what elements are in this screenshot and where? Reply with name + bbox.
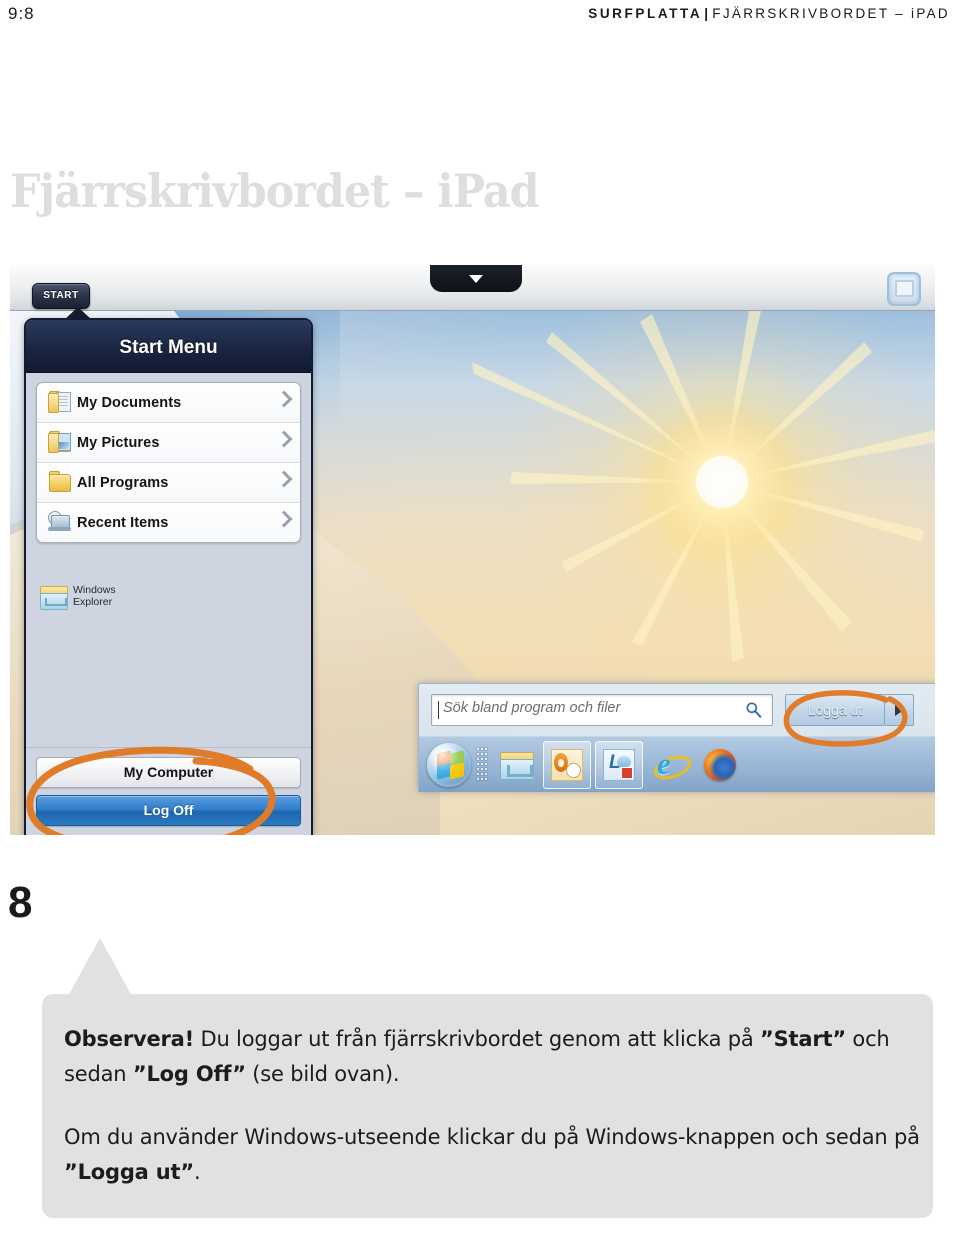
shortcut-label-line1: Windows xyxy=(73,584,116,596)
search-input[interactable]: Sök bland program och filer xyxy=(431,694,773,726)
callout-p1-logoff: ”Log Off” xyxy=(132,1062,246,1086)
menu-item-label: My Documents xyxy=(77,394,182,411)
shortcut-label-line2: Explorer xyxy=(73,595,113,608)
callout-pointer xyxy=(68,938,132,996)
taskbar-internet-explorer[interactable]: e xyxy=(647,742,695,788)
running-head: 9:8 SURFPLATTA | FJÄRRSKRIVBORDET – iPAD xyxy=(0,0,960,30)
magnifier-icon xyxy=(746,702,762,718)
menu-item-recent-items[interactable]: Recent Items xyxy=(37,503,300,542)
breadcrumb-topic: FJÄRRSKRIVBORDET – iPAD xyxy=(712,6,950,21)
firefox-icon xyxy=(704,749,736,781)
callout-p1-start: ”Start” xyxy=(760,1027,846,1051)
step-number: 8 xyxy=(8,878,33,927)
taskbar-grip[interactable] xyxy=(475,744,489,786)
windows-orb-icon[interactable] xyxy=(427,743,471,787)
lync-icon: L xyxy=(603,749,635,781)
log-off-button[interactable]: Log Off xyxy=(36,795,301,826)
menu-item-my-pictures[interactable]: My Pictures xyxy=(37,423,300,463)
breadcrumb-section: SURFPLATTA xyxy=(588,6,703,21)
figure-screenshot: START Start Menu My Documents My Picture… xyxy=(10,265,935,835)
chevron-right-icon xyxy=(275,430,293,448)
menu-item-label: My Pictures xyxy=(77,434,160,451)
logga-ut-button[interactable]: Logga ut xyxy=(785,694,885,726)
callout-box: Observera! Du loggar ut från fjärrskrivb… xyxy=(42,994,933,1218)
menu-item-all-programs[interactable]: All Programs xyxy=(37,463,300,503)
taskbar-firefox[interactable] xyxy=(697,742,743,788)
chevron-right-icon xyxy=(275,390,293,408)
taskbar-outlook[interactable] xyxy=(543,741,591,789)
app-toolbar xyxy=(10,265,935,311)
start-menu-popover: Start Menu My Documents My Pictures All … xyxy=(24,318,313,835)
taskbar-windows-explorer[interactable] xyxy=(493,742,539,788)
callout-p1-e: (se bild ovan). xyxy=(245,1062,400,1086)
folder-picture-icon xyxy=(43,423,77,462)
breadcrumb: SURFPLATTA | FJÄRRSKRIVBORDET – iPAD xyxy=(588,6,950,21)
windows-explorer-icon xyxy=(40,585,68,610)
start-menu-list: My Documents My Pictures All Programs Re… xyxy=(36,382,301,543)
page-title: Fjärrskrivbordet – iPad xyxy=(10,164,540,218)
start-menu-footer: My Computer Log Off xyxy=(26,747,311,835)
start-menu-title: Start Menu xyxy=(26,320,311,373)
folder-document-icon xyxy=(43,383,77,422)
callout-p2-c: . xyxy=(193,1160,201,1184)
breadcrumb-separator: | xyxy=(704,6,711,21)
menu-item-my-documents[interactable]: My Documents xyxy=(37,383,300,423)
recent-items-icon xyxy=(43,503,77,542)
text-caret xyxy=(438,701,439,719)
my-computer-button[interactable]: My Computer xyxy=(36,757,301,788)
callout-paragraph-1: Observera! Du loggar ut från fjärrskrivb… xyxy=(64,1022,914,1092)
menu-item-label: Recent Items xyxy=(77,514,169,531)
menu-item-label: All Programs xyxy=(77,474,169,491)
search-placeholder: Sök bland program och filer xyxy=(443,700,621,716)
page-folio: 9:8 xyxy=(8,4,35,23)
taskbar: L e xyxy=(419,736,935,792)
shortcut-label: Windows Explorer xyxy=(73,584,116,608)
popover-arrow xyxy=(64,307,92,320)
windows-explorer-icon xyxy=(500,752,534,780)
chevron-down-icon[interactable] xyxy=(430,265,522,292)
internet-explorer-icon: e xyxy=(650,748,695,785)
callout-lead: Observera! xyxy=(64,1027,195,1051)
chevron-right-icon xyxy=(275,510,293,528)
callout-p2-a: Om du använder Windows-utseende klickar … xyxy=(64,1125,920,1149)
chevron-right-icon xyxy=(275,470,293,488)
screen-toggle-icon[interactable] xyxy=(887,272,921,306)
folder-icon xyxy=(43,463,77,502)
callout-p1-a: Du loggar ut från fjärrskrivbordet genom… xyxy=(194,1027,761,1051)
windows-start-panel: Sök bland program och filer Logga ut L e xyxy=(418,683,935,792)
callout-p2-logga-ut: ”Logga ut” xyxy=(64,1160,194,1184)
start-button[interactable]: START xyxy=(32,283,90,309)
callout-paragraph-2: Om du använder Windows-utseende klickar … xyxy=(64,1120,924,1190)
play-arrow-icon[interactable] xyxy=(885,694,914,726)
taskbar-lync[interactable]: L xyxy=(595,741,643,789)
shortcut-windows-explorer[interactable]: Windows Explorer xyxy=(40,584,116,610)
outlook-icon xyxy=(551,749,583,781)
